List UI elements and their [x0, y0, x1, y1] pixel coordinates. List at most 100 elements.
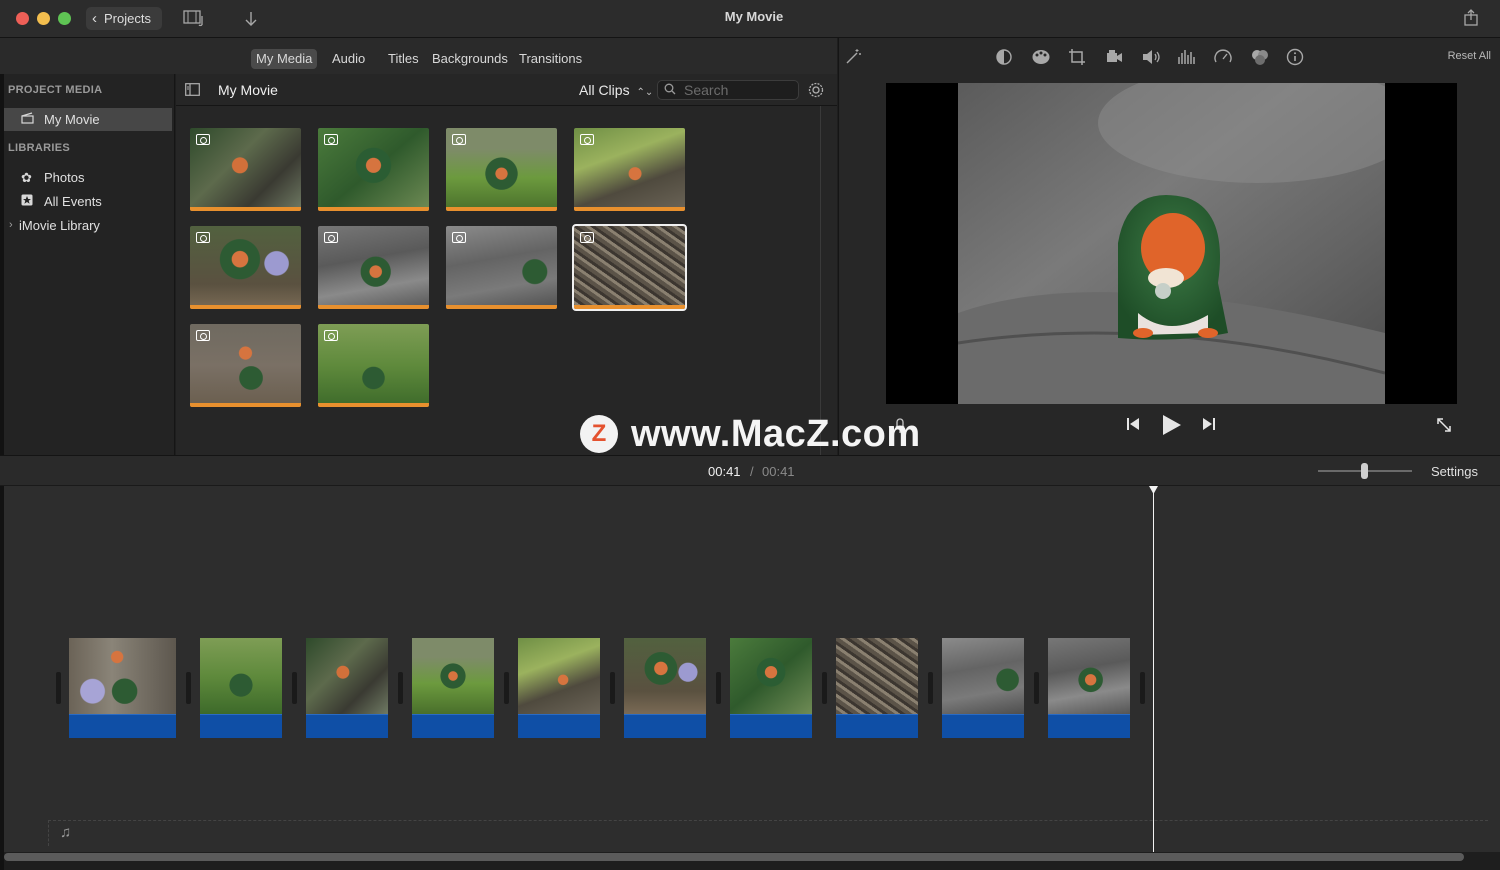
media-thumbnail[interactable] — [446, 226, 557, 309]
play-icon[interactable] — [1160, 414, 1182, 441]
tab-transitions[interactable]: Transitions — [519, 49, 582, 69]
timeline-clip[interactable] — [200, 638, 282, 738]
media-thumbnail[interactable] — [190, 226, 301, 309]
used-clip-bar — [318, 305, 429, 309]
clip-audio-bar — [200, 714, 282, 738]
tab-titles[interactable]: Titles — [388, 49, 419, 69]
media-thumbnail[interactable] — [446, 128, 557, 211]
share-icon[interactable] — [1463, 9, 1479, 30]
photos-icon: ✿ — [21, 170, 32, 185]
fullscreen-icon[interactable] — [1435, 416, 1453, 439]
sidebar-item-my-movie[interactable]: My Movie — [4, 108, 172, 131]
sidebar-item-imovie-library[interactable]: › iMovie Library — [4, 214, 172, 237]
equalizer-icon[interactable] — [1177, 48, 1197, 71]
media-thumbnail[interactable] — [318, 128, 429, 211]
photo-camera-icon — [452, 232, 466, 243]
zoom-slider-knob[interactable] — [1361, 463, 1368, 479]
sidebar-item-label: My Movie — [44, 112, 100, 127]
clip-thumbnail — [412, 638, 494, 714]
magic-wand-icon[interactable] — [844, 48, 862, 71]
palette-icon[interactable] — [1031, 48, 1051, 71]
sidebar-item-photos[interactable]: ✿ Photos — [4, 166, 172, 189]
tab-my-media[interactable]: My Media — [251, 49, 318, 69]
media-thumbnail[interactable] — [318, 226, 429, 309]
transition-marker[interactable] — [398, 672, 403, 704]
transition-marker[interactable] — [1140, 672, 1145, 704]
search-field[interactable]: Search — [657, 80, 799, 100]
volume-icon[interactable] — [1141, 48, 1161, 71]
tab-backgrounds[interactable]: Backgrounds — [432, 49, 508, 69]
timeline-settings-button[interactable]: Settings — [1431, 464, 1478, 479]
clip-audio-bar — [730, 714, 812, 738]
clip-audio-bar — [518, 714, 600, 738]
time-separator: / — [750, 464, 754, 479]
transition-marker[interactable] — [716, 672, 721, 704]
browser-header: My Movie All Clips ⌃⌄ Search — [176, 74, 837, 106]
transition-marker[interactable] — [1034, 672, 1039, 704]
info-icon[interactable] — [1286, 48, 1304, 71]
media-thumbnail[interactable] — [190, 324, 301, 407]
photo-camera-icon — [196, 330, 210, 341]
photo-camera-icon — [452, 134, 466, 145]
reset-all-button[interactable]: Reset All — [1448, 50, 1491, 62]
sidebar-item-label: Photos — [44, 170, 85, 185]
transition-marker[interactable] — [292, 672, 297, 704]
window-title: My Movie — [724, 9, 784, 24]
clip-audio-bar — [412, 714, 494, 738]
timeline-horizontal-scrollbar[interactable] — [4, 853, 1464, 861]
photo-camera-icon — [196, 232, 210, 243]
transition-marker[interactable] — [186, 672, 191, 704]
timeline-toolbar: 00:41 / 00:41 Settings — [0, 455, 1500, 486]
stabilization-camera-icon[interactable] — [1105, 48, 1123, 71]
transition-marker[interactable] — [928, 672, 933, 704]
watermark-text: www.MacZ.com — [631, 412, 921, 455]
skip-forward-icon[interactable] — [1201, 416, 1217, 437]
project-media-heading: PROJECT MEDIA — [8, 84, 103, 96]
timeline-clip[interactable] — [412, 638, 494, 738]
current-time: 00:41 — [708, 464, 741, 479]
tab-audio[interactable]: Audio — [332, 49, 365, 69]
filter-circles-icon[interactable] — [1250, 48, 1270, 71]
timeline-clip[interactable] — [836, 638, 918, 738]
transition-marker[interactable] — [56, 672, 61, 704]
libraries-heading: LIBRARIES — [8, 142, 70, 154]
photo-camera-icon — [580, 134, 594, 145]
media-thumbnail[interactable] — [318, 324, 429, 407]
crop-icon[interactable] — [1068, 48, 1086, 71]
clip-audio-bar — [69, 714, 176, 738]
grid-scrollbar[interactable] — [820, 106, 821, 455]
photo-camera-icon — [324, 330, 338, 341]
transition-marker[interactable] — [504, 672, 509, 704]
browser-title: My Movie — [218, 82, 278, 98]
timeline-clip[interactable] — [518, 638, 600, 738]
skip-back-icon[interactable] — [1125, 416, 1141, 437]
clip-thumbnail — [200, 638, 282, 714]
timeline-clip[interactable] — [624, 638, 706, 738]
color-balance-icon[interactable] — [995, 48, 1013, 71]
timeline-clip[interactable] — [730, 638, 812, 738]
transition-marker[interactable] — [610, 672, 615, 704]
timeline-clip[interactable] — [942, 638, 1024, 738]
media-thumbnail[interactable] — [574, 128, 685, 211]
speed-gauge-icon[interactable] — [1213, 48, 1233, 71]
clip-filter-select[interactable]: All Clips ⌃⌄ — [579, 82, 653, 98]
timeline-clip[interactable] — [306, 638, 388, 738]
used-clip-bar — [318, 403, 429, 407]
playhead[interactable] — [1153, 486, 1154, 852]
media-thumbnail[interactable] — [190, 128, 301, 211]
gear-icon[interactable] — [807, 81, 825, 102]
background-music-well[interactable] — [48, 820, 1488, 846]
search-icon — [664, 83, 676, 98]
timeline-clip[interactable] — [69, 638, 176, 738]
sidebar-toggle-icon[interactable] — [185, 83, 200, 99]
sidebar-item-all-events[interactable]: All Events — [4, 190, 172, 213]
used-clip-bar — [574, 305, 685, 309]
disclosure-chevron-icon[interactable]: › — [9, 214, 13, 237]
transition-marker[interactable] — [822, 672, 827, 704]
timeline-clip[interactable] — [1048, 638, 1130, 738]
used-clip-bar — [190, 403, 301, 407]
media-thumbnail-selected[interactable] — [572, 224, 687, 311]
sidebar-item-label: iMovie Library — [19, 218, 100, 233]
clip-thumbnail — [836, 638, 918, 714]
watermark-logo: Z — [580, 415, 618, 453]
